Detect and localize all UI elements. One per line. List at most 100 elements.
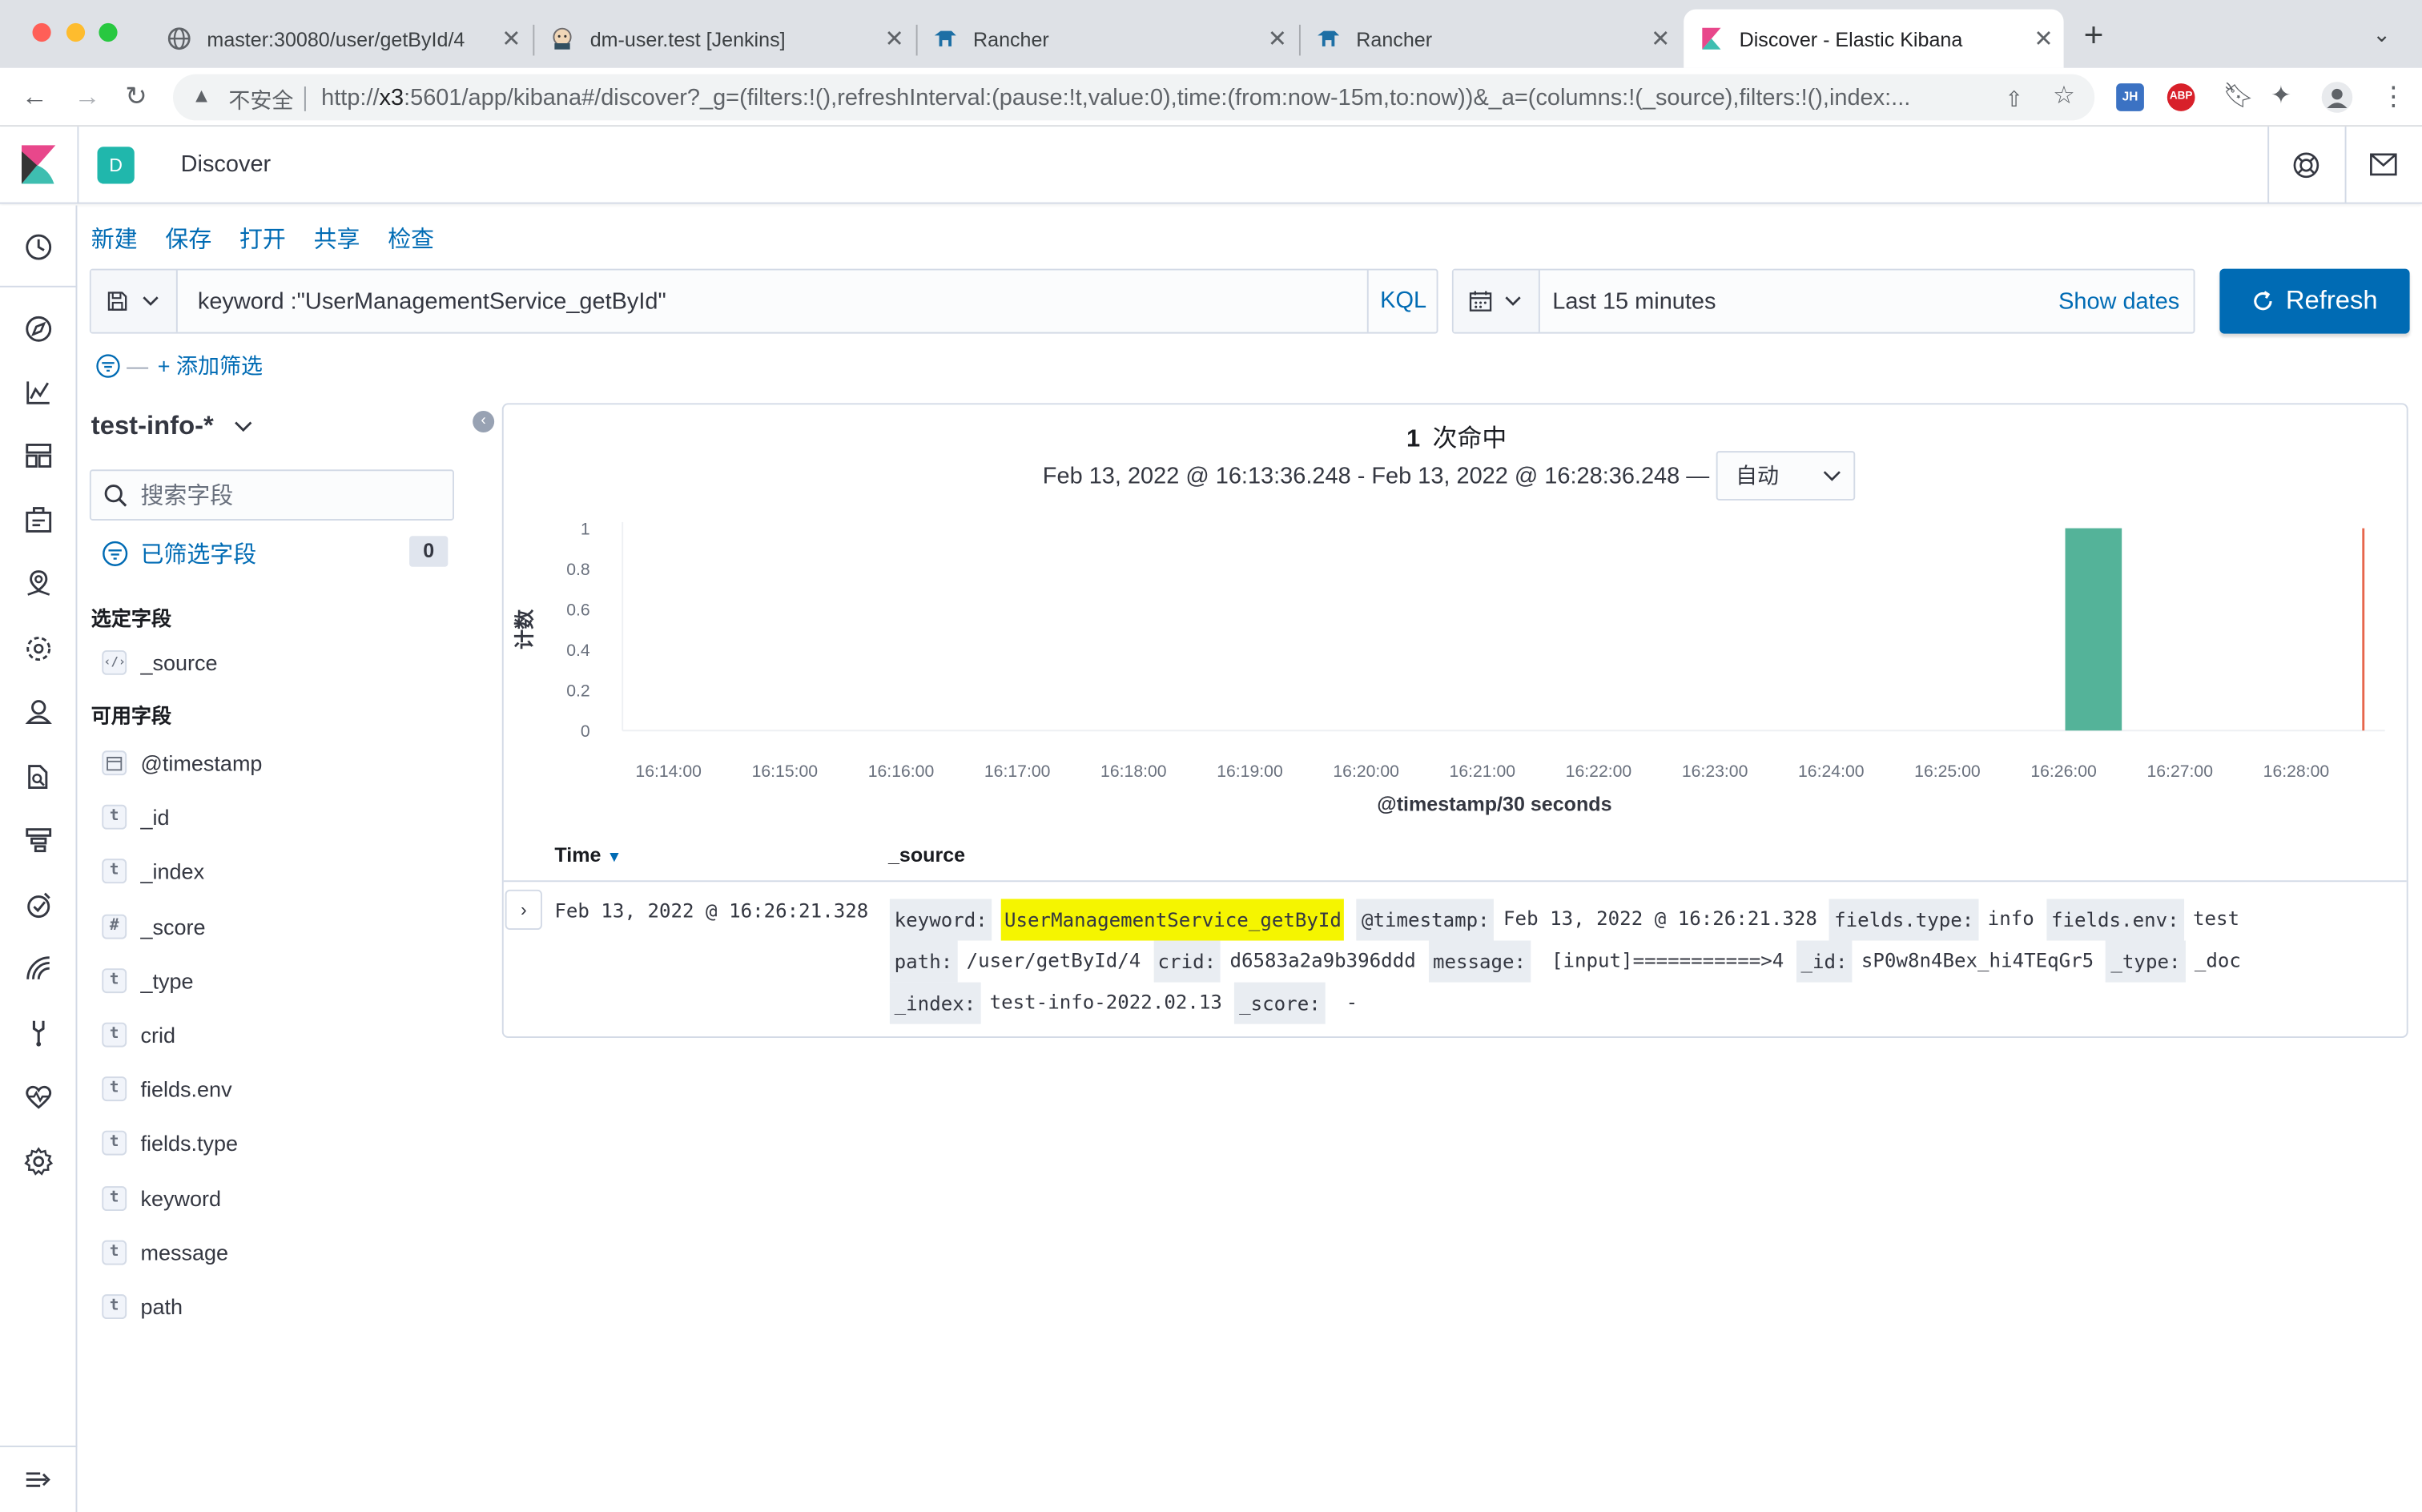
- source-field-value: sP0w8n4Bex_hi4TEqGr5: [1861, 948, 2094, 972]
- query-language-toggle[interactable]: KQL: [1366, 270, 1438, 332]
- quick-select-button[interactable]: [1453, 270, 1540, 332]
- source-field-key: keyword:: [889, 899, 992, 941]
- help-lifebuoy-icon[interactable]: [2292, 151, 2320, 179]
- newsfeed-mail-icon[interactable]: [2369, 153, 2397, 176]
- maps-icon[interactable]: [23, 569, 54, 600]
- url-text[interactable]: http://x3:5601/app/kibana#/discover?_g=(…: [321, 85, 1990, 111]
- window-maximize-button[interactable]: [99, 22, 118, 42]
- string-type-icon: t: [102, 859, 127, 884]
- jenkins-icon: [553, 27, 572, 50]
- logs-icon[interactable]: [23, 762, 54, 793]
- tab-close-icon[interactable]: ✕: [497, 25, 525, 53]
- browser-tab-active[interactable]: Discover - Elastic Kibana ✕: [1684, 9, 2064, 68]
- menu-share[interactable]: 共享: [314, 223, 360, 255]
- tab-close-icon[interactable]: ✕: [1264, 25, 1292, 53]
- column-header-time[interactable]: Time ▼: [554, 843, 622, 867]
- adblock-extension-icon[interactable]: ABP: [2167, 83, 2195, 111]
- menu-new[interactable]: 新建: [91, 223, 138, 255]
- index-pattern-title[interactable]: test-info-*: [91, 411, 214, 442]
- recently-viewed-clock-icon[interactable]: [23, 231, 54, 263]
- bookmark-star-icon[interactable]: ☆: [2053, 82, 2075, 113]
- field-item[interactable]: # _score: [102, 911, 206, 942]
- back-arrow-icon[interactable]: ←: [22, 82, 48, 113]
- saved-query-button[interactable]: [91, 270, 178, 332]
- uptime-icon[interactable]: [23, 890, 54, 921]
- menu-inspect[interactable]: 检查: [388, 223, 434, 255]
- discover-results-panel: 1 次命中 Feb 13, 2022 @ 16:13:36.248 - Feb 1…: [501, 403, 2410, 1039]
- source-type-icon: ‹/›: [102, 649, 127, 675]
- dev-tools-wrench-icon[interactable]: [23, 1018, 54, 1049]
- field-item[interactable]: t _index: [102, 856, 204, 887]
- browser-toolbar: ← → ↻ ▲ 不安全 http://x3:5601/app/kibana#/d…: [0, 67, 2422, 127]
- browser-tab[interactable]: master:30080/user/getById/4 ✕: [151, 10, 531, 68]
- tab-close-icon[interactable]: ✕: [1647, 25, 1675, 53]
- source-field-value: UserManagementService_getById: [1001, 899, 1345, 941]
- extensions-puzzle-icon[interactable]: ✦: [2271, 82, 2291, 113]
- collapse-sidebar-icon[interactable]: ‹: [473, 411, 495, 433]
- monitoring-heartbeat-icon[interactable]: [23, 1081, 54, 1112]
- field-item[interactable]: @timestamp: [102, 747, 262, 778]
- tab-close-icon[interactable]: ✕: [880, 25, 908, 53]
- canvas-icon[interactable]: [23, 505, 54, 537]
- refresh-button[interactable]: Refresh: [2219, 268, 2410, 334]
- string-type-icon: t: [102, 967, 127, 993]
- infrastructure-icon[interactable]: [23, 697, 54, 728]
- string-type-icon: t: [102, 1185, 127, 1211]
- window-minimize-button[interactable]: [66, 22, 86, 42]
- tab-close-icon[interactable]: ✕: [2030, 25, 2058, 53]
- expand-row-chevron-right-icon[interactable]: ›: [505, 889, 542, 931]
- tab-search-chevron-icon[interactable]: ⌄: [2372, 22, 2391, 48]
- filtered-fields-toggle[interactable]: 已筛选字段 0: [102, 536, 451, 569]
- histogram-chart[interactable]: 0 0.2 0.4 0.6 0.8 1 16:14:00 16:15:00 16:16:00 16…: [504, 404, 2410, 837]
- jh-extension-icon[interactable]: JH: [2116, 83, 2144, 111]
- add-filter-link[interactable]: + 添加筛选: [158, 351, 263, 382]
- forward-arrow-icon[interactable]: →: [74, 82, 101, 113]
- browser-tab[interactable]: Rancher ✕: [918, 10, 1298, 68]
- field-name: fields.env: [140, 1076, 232, 1102]
- show-dates-link[interactable]: Show dates: [2058, 289, 2179, 316]
- field-name: _type: [140, 967, 194, 993]
- filter-options-icon[interactable]: [96, 354, 121, 379]
- browser-tab[interactable]: dm-user.test [Jenkins] ✕: [534, 10, 914, 68]
- space-avatar[interactable]: D: [97, 147, 135, 184]
- window-close-button[interactable]: [32, 22, 51, 42]
- visualize-chart-icon[interactable]: [23, 377, 54, 408]
- kibana-logo-icon[interactable]: [22, 145, 56, 185]
- expand-nav-icon[interactable]: [23, 1464, 54, 1495]
- reload-icon[interactable]: ↻: [125, 82, 147, 113]
- field-item[interactable]: t _type: [102, 965, 194, 996]
- profile-avatar-icon[interactable]: [2321, 82, 2353, 113]
- menu-save[interactable]: 保存: [165, 223, 211, 255]
- menu-open[interactable]: 打开: [239, 223, 286, 255]
- field-item[interactable]: t fields.env: [102, 1074, 232, 1105]
- share-icon[interactable]: ⇧: [2005, 83, 2023, 115]
- machine-learning-icon[interactable]: [23, 633, 54, 665]
- reading-list-icon[interactable]: 🔖︎: [2223, 82, 2254, 113]
- field-item[interactable]: t fields.type: [102, 1128, 238, 1160]
- browser-menu-icon[interactable]: ⋮: [2380, 82, 2407, 113]
- management-gear-icon[interactable]: [23, 1146, 54, 1177]
- query-input[interactable]: keyword :"UserManagementService_getById": [198, 289, 666, 316]
- time-range-text[interactable]: Last 15 minutes: [1552, 289, 1716, 316]
- field-item[interactable]: t keyword: [102, 1183, 221, 1214]
- source-field-key: crid:: [1153, 940, 1221, 983]
- index-pattern-chevron-down-icon[interactable]: [233, 420, 253, 434]
- field-item[interactable]: t crid: [102, 1019, 175, 1051]
- field-item-source[interactable]: ‹/› _source: [102, 647, 218, 678]
- sort-desc-icon[interactable]: ▼: [606, 850, 622, 867]
- address-bar[interactable]: ▲ 不安全 http://x3:5601/app/kibana#/discove…: [173, 74, 2095, 121]
- field-name: crid: [140, 1022, 176, 1048]
- dashboard-icon[interactable]: [23, 440, 54, 472]
- field-item[interactable]: t message: [102, 1237, 228, 1268]
- date-picker: Last 15 minutes Show dates: [1451, 268, 2195, 334]
- histogram-bar: [2065, 528, 2122, 731]
- siem-icon[interactable]: [23, 953, 54, 984]
- field-item[interactable]: t _id: [102, 802, 170, 833]
- field-name: _score: [140, 913, 206, 939]
- browser-tab[interactable]: Rancher ✕: [1301, 10, 1680, 68]
- apm-icon[interactable]: [23, 825, 54, 856]
- field-item[interactable]: t path: [102, 1291, 183, 1322]
- new-tab-button[interactable]: +: [2084, 18, 2104, 52]
- field-search-input[interactable]: [140, 480, 434, 512]
- discover-compass-icon[interactable]: [23, 314, 54, 345]
